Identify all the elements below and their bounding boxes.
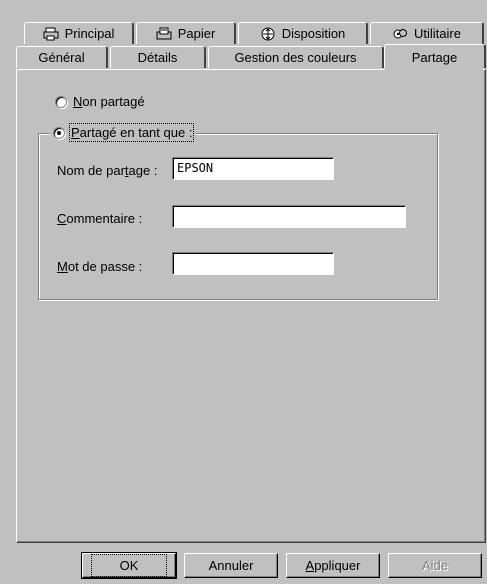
tab-general[interactable]: Général bbox=[16, 46, 108, 68]
printer-icon bbox=[43, 27, 59, 40]
ok-button-label: OK bbox=[90, 554, 168, 577]
tab-principal[interactable]: Principal bbox=[24, 22, 134, 44]
tab-details-label: Détails bbox=[137, 50, 178, 65]
comment-label: Commentaire : bbox=[57, 211, 143, 226]
tab-general-label: Général bbox=[38, 50, 85, 65]
tab-gestion-couleurs-label: Gestion des couleurs bbox=[234, 50, 357, 65]
tab-gestion-couleurs[interactable]: Gestion des couleurs bbox=[208, 46, 384, 68]
tab-utilitaire[interactable]: Utilitaire bbox=[370, 22, 484, 44]
radio-not-shared[interactable]: Non partagé bbox=[55, 94, 145, 109]
help-button[interactable]: Aide bbox=[388, 553, 482, 578]
radio-shared-as-label: Partagé en tant que : bbox=[68, 123, 195, 142]
tab-partage[interactable]: Partage bbox=[384, 44, 486, 68]
ok-button[interactable]: OK bbox=[81, 552, 177, 579]
layout-icon bbox=[261, 27, 275, 40]
tab-utilitaire-label: Utilitaire bbox=[414, 26, 461, 41]
radio-shared-as[interactable]: Partagé en tant que : bbox=[50, 123, 197, 142]
paper-icon bbox=[156, 27, 172, 39]
share-name-field[interactable]: EPSON bbox=[172, 157, 334, 180]
tab-principal-label: Principal bbox=[64, 26, 115, 41]
apply-button[interactable]: Appliquer bbox=[286, 553, 380, 578]
help-button-label: Aide bbox=[421, 558, 449, 573]
comment-field[interactable] bbox=[172, 205, 406, 228]
tab-disposition-label: Disposition bbox=[281, 26, 346, 41]
password-label: Mot de passe : bbox=[57, 259, 143, 274]
cancel-button-label: Annuler bbox=[208, 558, 254, 573]
share-name-label: Nom de partage : bbox=[57, 163, 158, 178]
active-tab-joiner bbox=[385, 68, 483, 71]
radio-not-shared-dot[interactable] bbox=[55, 95, 67, 108]
utility-icon bbox=[393, 28, 408, 38]
tab-disposition[interactable]: Disposition bbox=[238, 22, 368, 44]
tab-partage-label: Partage bbox=[411, 50, 458, 65]
apply-button-label: Appliquer bbox=[305, 558, 361, 573]
tab-papier-label: Papier bbox=[177, 26, 216, 41]
tab-details[interactable]: Détails bbox=[110, 46, 206, 68]
radio-not-shared-label: Non partagé bbox=[73, 94, 145, 109]
cancel-button[interactable]: Annuler bbox=[184, 553, 278, 578]
radio-shared-as-dot[interactable] bbox=[53, 126, 65, 139]
tab-papier[interactable]: Papier bbox=[136, 22, 236, 44]
password-field[interactable] bbox=[172, 252, 334, 275]
